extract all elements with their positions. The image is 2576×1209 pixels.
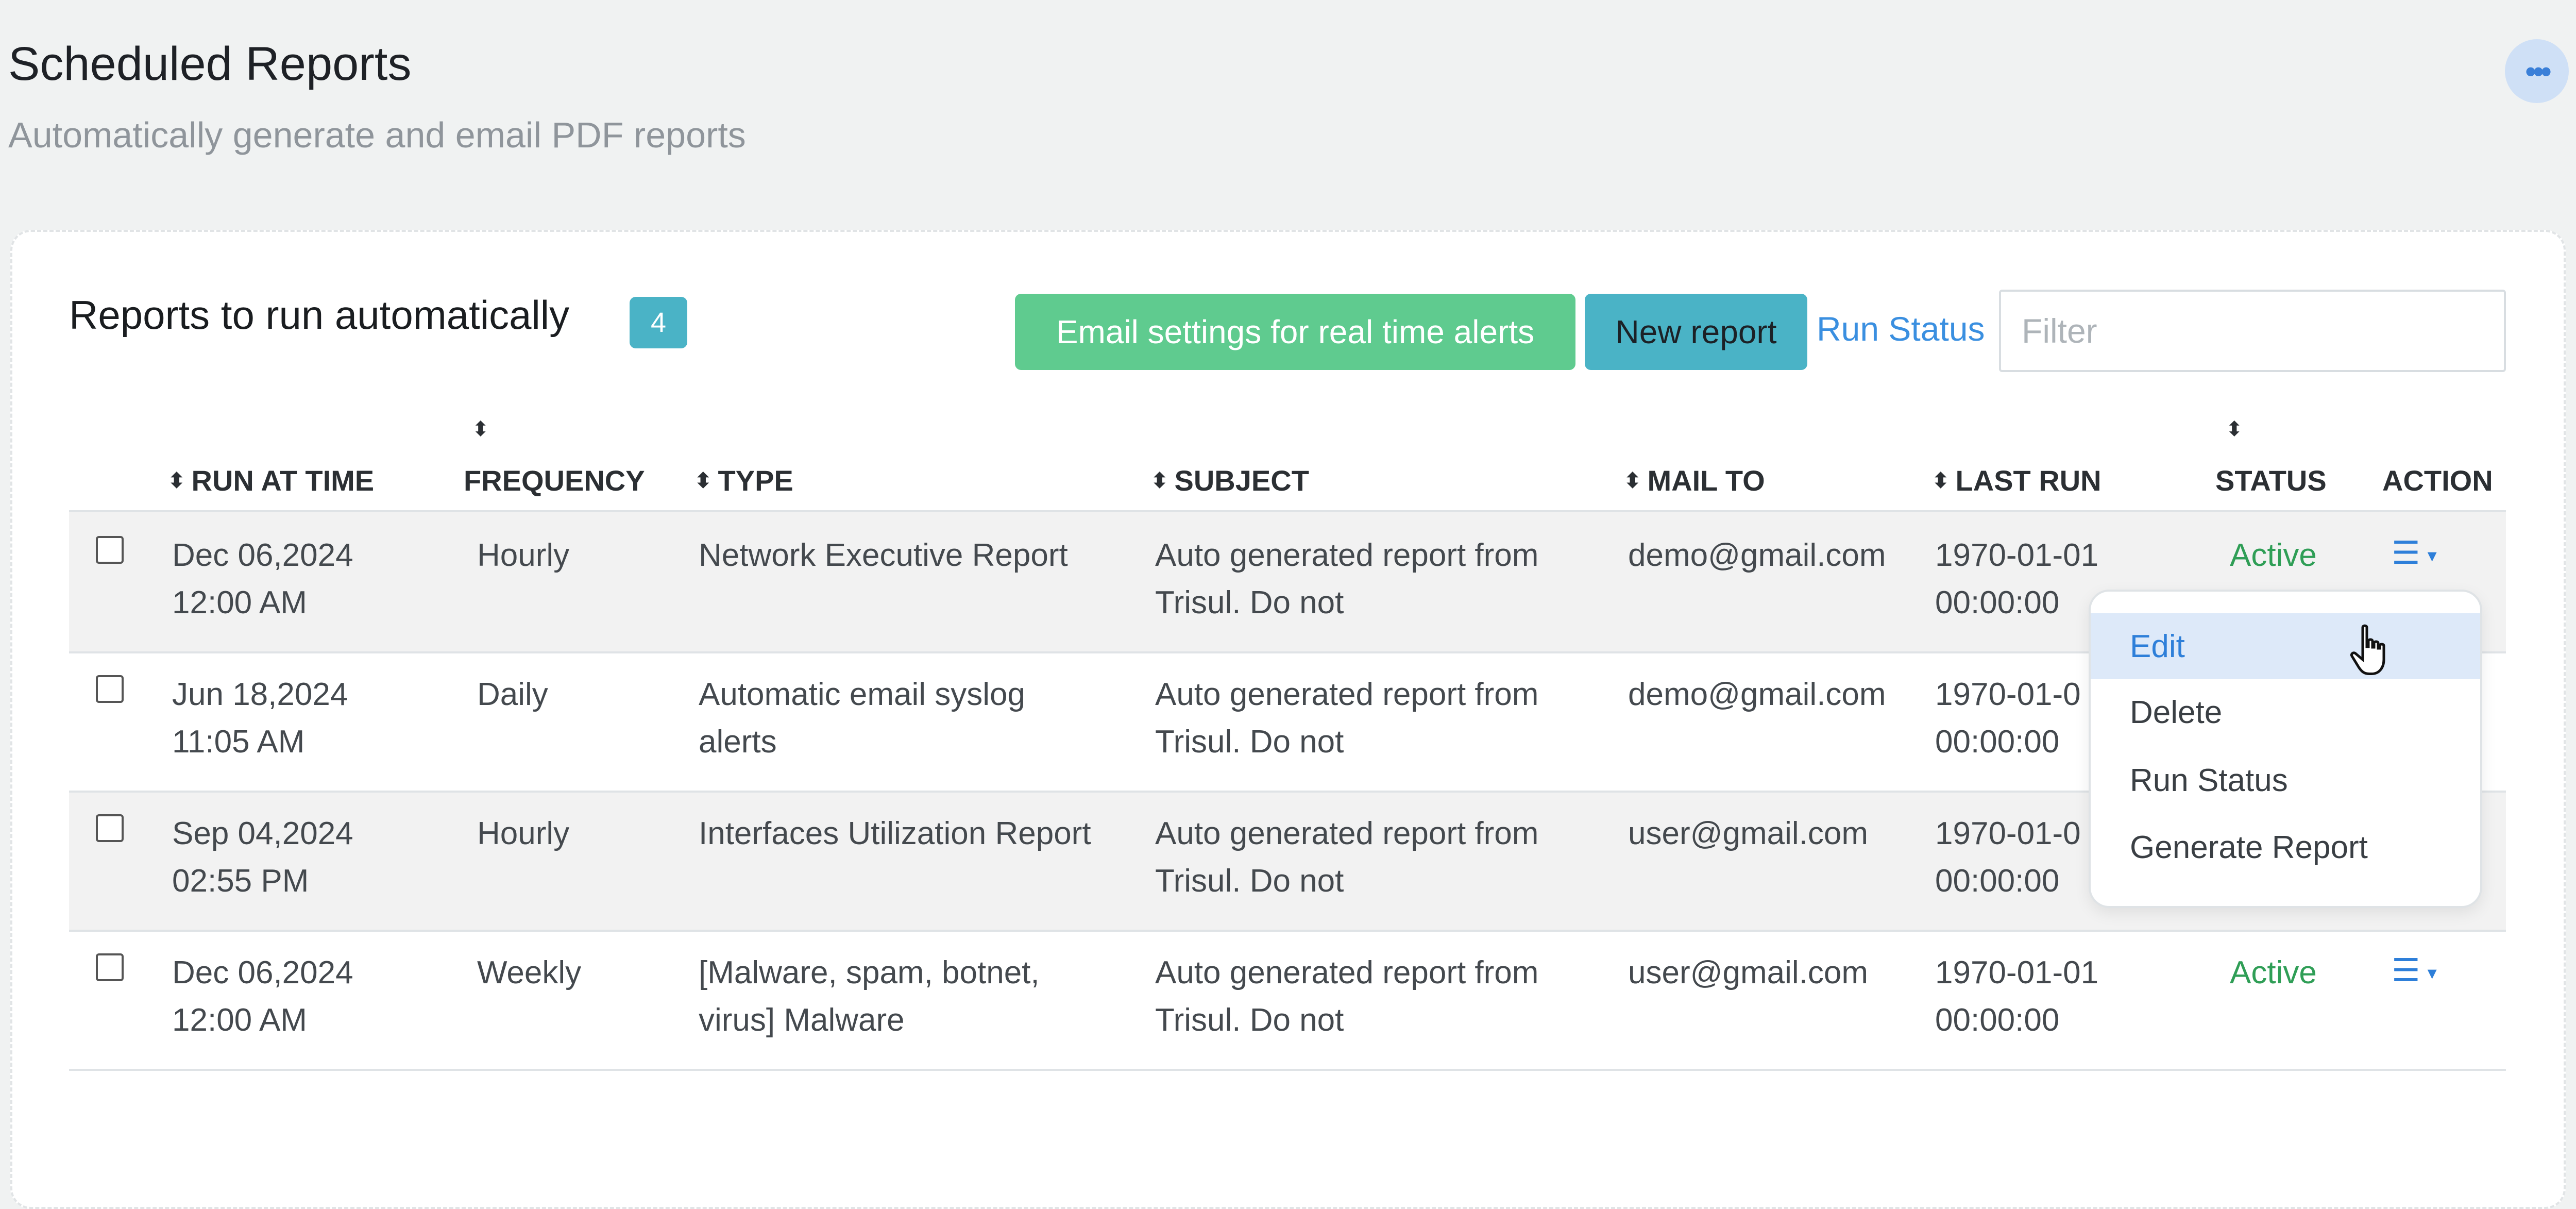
- sort-icon: ⬍: [1624, 469, 1641, 493]
- sort-icon: ⬍: [1151, 469, 1168, 493]
- col-header-type[interactable]: ⬍ TYPE: [694, 464, 793, 497]
- dropdown-item-run-status[interactable]: Run Status: [2091, 747, 2480, 813]
- frequency-cell: Hourly: [477, 538, 570, 573]
- row-checkbox[interactable]: [96, 675, 124, 703]
- type-cell: Network Executive Report: [699, 538, 1068, 573]
- new-report-button[interactable]: New report: [1585, 294, 1807, 370]
- sort-icon: ⬍: [694, 469, 712, 493]
- table-bottom-divider: [69, 1069, 2506, 1071]
- frequency-cell: Daily: [477, 677, 548, 712]
- subject-cell: Auto generated report from Trisul. Do not: [1155, 677, 1539, 760]
- subject-cell: Auto generated report from Trisul. Do not: [1155, 816, 1539, 899]
- row-checkbox[interactable]: [96, 953, 124, 981]
- ellipsis-icon[interactable]: •••: [2505, 39, 2569, 103]
- last-run-cell: 1970-01-01 00:00:00: [1935, 955, 2099, 1038]
- last-run-cell: 1970-01-01 00:00:00: [1935, 538, 2099, 620]
- status-badge: Active: [2230, 955, 2317, 990]
- run-at-time-cell: Dec 06,2024 12:00 AM: [172, 538, 353, 620]
- run-at-time-cell: Dec 06,2024 12:00 AM: [172, 955, 353, 1038]
- last-run-cell: 1970-01-0 00:00:00: [1935, 816, 2081, 899]
- last-run-cell: 1970-01-0 00:00:00: [1935, 677, 2081, 760]
- sort-icon[interactable]: ⬍: [472, 417, 489, 441]
- caret-down-icon: ▾: [2427, 962, 2437, 983]
- hamburger-icon: ☰: [2392, 953, 2420, 988]
- row-action-menu[interactable]: ☰ ▾: [2392, 951, 2437, 989]
- col-header-frequency[interactable]: FREQUENCY: [464, 464, 645, 497]
- mail-to-cell: demo@gmail.com: [1628, 538, 1886, 573]
- row-checkbox[interactable]: [96, 536, 124, 564]
- dropdown-item-delete[interactable]: Delete: [2091, 679, 2480, 745]
- col-header-run-at-time[interactable]: ⬍ RUN AT TIME: [168, 464, 374, 497]
- subject-cell: Auto generated report from Trisul. Do not: [1155, 955, 1539, 1038]
- subject-cell: Auto generated report from Trisul. Do not: [1155, 538, 1539, 620]
- type-cell: [Malware, spam, botnet, virus] Malware: [699, 955, 1040, 1038]
- col-header-status[interactable]: STATUS: [2215, 464, 2327, 497]
- col-header-action: ACTION: [2382, 464, 2493, 497]
- row-checkbox[interactable]: [96, 814, 124, 842]
- hand-cursor-icon: [2350, 624, 2385, 675]
- status-badge: Active: [2230, 538, 2317, 573]
- row-action-menu[interactable]: ☰ ▾: [2392, 534, 2437, 572]
- frequency-cell: Hourly: [477, 816, 570, 851]
- mail-to-cell: user@gmail.com: [1628, 955, 1869, 990]
- mail-to-cell: user@gmail.com: [1628, 816, 1869, 851]
- sort-icon: ⬍: [1932, 469, 1950, 493]
- sort-icon[interactable]: ⬍: [2226, 417, 2243, 441]
- count-badge: 4: [630, 297, 687, 348]
- row-divider: [69, 930, 2506, 932]
- frequency-cell: Weekly: [477, 955, 582, 990]
- dropdown-item-edit[interactable]: Edit: [2091, 613, 2480, 679]
- page-title: Scheduled Reports: [8, 38, 412, 90]
- col-header-last-run[interactable]: ⬍ LAST RUN: [1932, 464, 2102, 497]
- type-cell: Automatic email syslog alerts: [699, 677, 1026, 760]
- dropdown-item-generate-report[interactable]: Generate Report: [2091, 814, 2480, 880]
- caret-down-icon: ▾: [2427, 544, 2437, 566]
- run-at-time-cell: Sep 04,2024 02:55 PM: [172, 816, 353, 899]
- col-header-mail-to[interactable]: ⬍ MAIL TO: [1624, 464, 1765, 497]
- card-title: Reports to run automatically: [69, 292, 570, 338]
- run-status-link[interactable]: Run Status: [1817, 309, 1985, 348]
- run-at-time-cell: Jun 18,2024 11:05 AM: [172, 677, 348, 760]
- type-cell: Interfaces Utilization Report: [699, 816, 1091, 851]
- sort-icon: ⬍: [168, 469, 185, 493]
- col-header-subject[interactable]: ⬍ SUBJECT: [1151, 464, 1309, 497]
- filter-input[interactable]: [1999, 290, 2506, 372]
- mail-to-cell: demo@gmail.com: [1628, 677, 1886, 712]
- page-subtitle: Automatically generate and email PDF rep…: [8, 115, 746, 155]
- hamburger-icon: ☰: [2392, 535, 2420, 571]
- row-action-dropdown: Edit Delete Run Status Generate Report: [2089, 590, 2482, 908]
- email-settings-button[interactable]: Email settings for real time alerts: [1015, 294, 1575, 370]
